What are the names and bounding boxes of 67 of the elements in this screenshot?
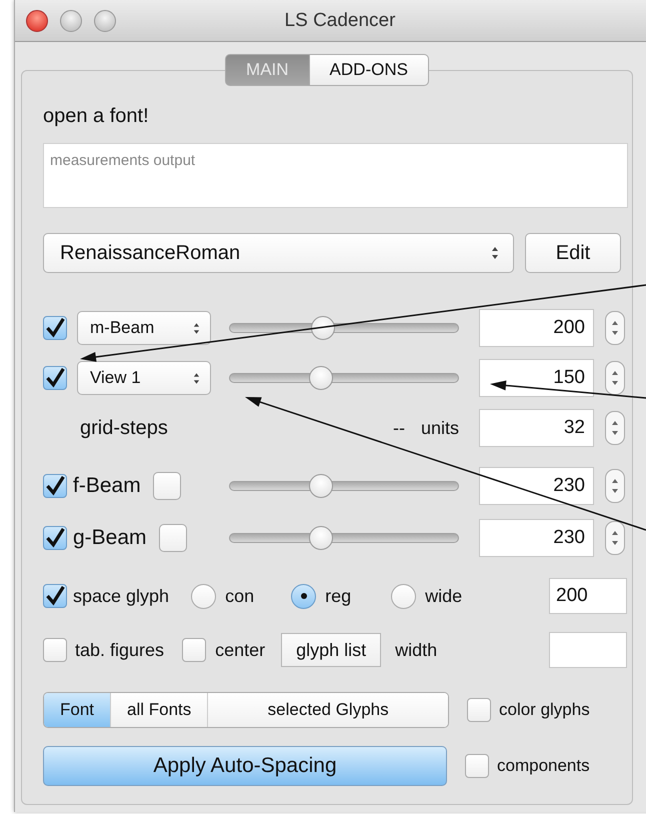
edit-button[interactable]: Edit [525,233,621,273]
checkbox[interactable] [158,524,187,552]
glyph-list-button[interactable]: glyph list [281,633,382,667]
slider[interactable] [229,366,459,390]
close-button[interactable] [26,10,48,32]
minimize-button[interactable] [60,10,82,32]
width-field[interactable] [549,632,627,668]
slider-thumb[interactable] [309,526,333,550]
value-field[interactable]: 230 [479,467,594,505]
tab-figures-label: tab. figures [75,640,164,660]
status-text: open a font! [43,104,150,129]
checkbox[interactable] [43,584,67,608]
zoom-button[interactable] [94,10,116,32]
beam-popup[interactable]: m-Beam [77,311,211,345]
width-label: width [395,640,438,660]
beam-popup[interactable]: View 1 [77,361,211,395]
radio-button[interactable] [191,584,216,608]
updown-icon [193,372,200,384]
checkbox[interactable] [43,638,67,662]
beam-label: g-Beam [73,526,147,550]
stepper[interactable] [605,311,625,345]
slider[interactable] [229,316,459,340]
checkbox[interactable] [43,366,67,390]
checkbox[interactable] [465,754,489,778]
color-glyphs-label: color glyphs [499,700,590,720]
slider[interactable] [229,526,459,550]
updown-icon [491,246,499,260]
tab[interactable]: ADD-ONS [310,54,429,86]
checkbox[interactable] [43,474,67,498]
radio-button[interactable] [291,584,316,608]
segment[interactable]: Font [44,693,112,727]
slider-thumb[interactable] [309,474,333,498]
value-field[interactable]: 32 [479,409,594,447]
beam-label: f-Beam [73,474,141,498]
checkbox[interactable] [152,472,181,500]
segment[interactable]: all Fonts [111,693,208,727]
updown-icon [193,322,200,334]
radio-label: con [225,586,256,606]
radio-label: wide [425,586,464,606]
space-glyph-label: space glyph [73,586,170,606]
slider[interactable] [229,474,459,498]
stepper[interactable] [605,469,625,503]
stepper[interactable] [605,361,625,395]
checkbox[interactable] [43,526,67,550]
segment[interactable]: selected Glyphs [208,693,448,727]
reading-text: -- [392,418,405,438]
center-label: center [215,640,266,660]
grid-steps-label: grid-steps [80,416,168,440]
output-field[interactable]: measurements output [43,143,628,208]
space-width-field[interactable]: 200 [549,578,627,614]
checkbox[interactable] [43,316,67,340]
slider-thumb[interactable] [311,316,336,340]
radio-button[interactable] [391,584,416,608]
window-title: LS Cadencer [284,10,396,32]
unit-label: units [420,418,459,438]
checkbox[interactable] [467,698,491,722]
stepper[interactable] [605,521,625,555]
value-field[interactable]: 150 [479,359,594,397]
value-field[interactable]: 200 [479,309,594,347]
checkbox[interactable] [182,638,206,662]
apply-button[interactable]: Apply Auto-Spacing [43,746,447,786]
components-label: components [497,756,590,776]
radio-label: reg [325,586,352,606]
stepper[interactable] [605,411,625,445]
value-field[interactable]: 230 [479,519,594,557]
font-popup[interactable]: RenaissanceRoman [43,233,514,273]
slider-thumb[interactable] [309,366,333,390]
